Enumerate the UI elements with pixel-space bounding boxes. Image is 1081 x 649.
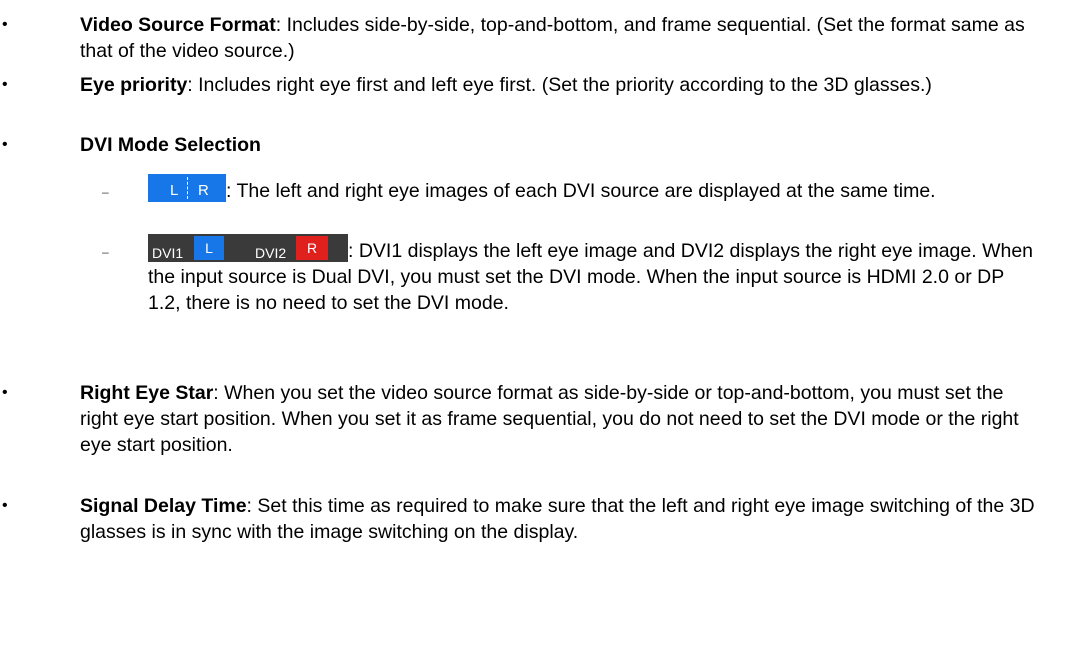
sub-item-dual-dvi-mode: DVI1 L DVI2 R : DVI1 displays the left e… <box>148 234 1038 316</box>
right-badge: R <box>296 236 328 260</box>
list-item-video-source-format: • Video Source Format: Includes side-by-… <box>2 12 1040 64</box>
list-item-signal-delay-time: • Signal Delay Time: Set this time as re… <box>2 493 1040 545</box>
description: : The left and right eye images of each … <box>226 180 936 202</box>
term: Video Source Format <box>80 14 276 36</box>
dvi2-label: DVI2 <box>255 245 287 261</box>
term: Signal Delay Time <box>80 495 247 517</box>
left-badge: L <box>194 236 224 260</box>
list-item-eye-priority: • Eye priority: Includes right eye first… <box>2 72 1040 98</box>
dvi1-label: DVI1 <box>152 245 184 261</box>
term: Eye priority <box>80 74 188 96</box>
bullet-icon: • <box>2 16 8 33</box>
dash-icon: – <box>102 245 109 259</box>
sub-item-lr-mode: L R : The left and right eye images of e… <box>148 174 1038 204</box>
right-label: R <box>198 182 209 199</box>
description: : When you set the video source format a… <box>80 382 1019 456</box>
dash-icon: – <box>102 185 109 199</box>
bullet-icon: • <box>2 384 8 401</box>
bullet-icon: • <box>2 497 8 514</box>
list-item-dvi-mode-selection: • DVI Mode Selection <box>2 132 1040 158</box>
term: DVI Mode Selection <box>80 134 261 156</box>
description: : Includes right eye first and left eye … <box>187 74 932 96</box>
bullet-icon: • <box>2 76 8 93</box>
lr-mode-swatch: L R <box>148 174 226 202</box>
list-item-right-eye-star: • Right Eye Star: When you set the video… <box>2 380 1040 458</box>
term: Right Eye Star <box>80 382 214 404</box>
bullet-icon: • <box>2 136 8 153</box>
divider <box>187 177 188 199</box>
left-label: L <box>170 182 179 199</box>
dual-dvi-swatch: DVI1 L DVI2 R <box>148 234 348 262</box>
